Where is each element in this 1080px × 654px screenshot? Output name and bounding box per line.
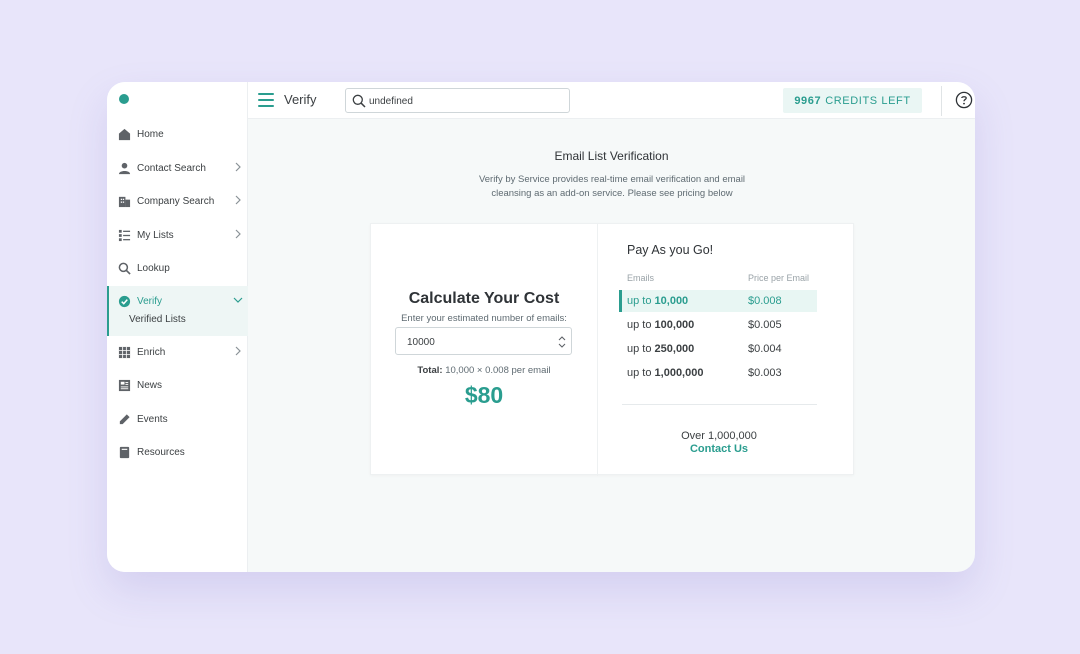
quantity-input[interactable] <box>407 334 547 350</box>
sidebar-item-label: Resources <box>137 446 185 458</box>
sidebar-subitem-verified-lists[interactable]: Verified Lists <box>129 314 186 325</box>
tier-range: 100,000 <box>654 319 695 331</box>
tier-price: $0.008 <box>748 295 782 307</box>
credits-badge: 9967 CREDITS LEFT <box>783 88 922 113</box>
book-icon <box>117 445 131 459</box>
chevron-down-icon <box>233 294 243 306</box>
sidebar-item-resources[interactable]: Resources <box>107 441 248 463</box>
sidebar-item-label: Events <box>137 413 168 425</box>
tier-price: $0.005 <box>748 319 782 331</box>
over-volume-text: Over 1,000,000 <box>681 430 757 442</box>
pricing-card: Calculate Your Cost Enter your estimated… <box>370 223 854 476</box>
sidebar-item-enrich[interactable]: Enrich <box>107 341 248 363</box>
tier-prefix: up to <box>627 367 652 379</box>
pen-icon <box>117 412 131 426</box>
credits-count: 9967 <box>794 94 822 107</box>
tier-range: 1,000,000 <box>654 367 704 379</box>
sidebar-item-lookup[interactable]: Lookup <box>107 257 248 279</box>
search-input[interactable] <box>369 93 564 109</box>
contact-us-link[interactable]: Contact Us <box>598 443 840 455</box>
sidebar-item-label: Company Search <box>137 195 215 207</box>
sidebar-item-company-search[interactable]: Company Search <box>107 190 248 212</box>
tier-range: 250,000 <box>654 343 695 355</box>
sidebar-item-label: My Lists <box>137 229 174 241</box>
pricing-tier-row[interactable]: up to 1,000,000 $0.003 <box>619 362 817 384</box>
pricing-tier-row[interactable]: up to 10,000 $0.008 <box>619 290 817 312</box>
tier-price: $0.003 <box>748 367 782 379</box>
sidebar-item-events[interactable]: Events <box>107 408 248 430</box>
column-header-price: Price per Email <box>748 273 810 283</box>
tier-prefix: up to <box>627 319 652 331</box>
pricing-tier-row[interactable]: up to 250,000 $0.004 <box>619 338 817 360</box>
credits-label: CREDITS LEFT <box>825 94 911 107</box>
help-icon[interactable] <box>955 91 973 109</box>
pricing-title: Pay As you Go! <box>627 243 714 257</box>
sidebar-item-contact-search[interactable]: Contact Search <box>107 157 248 179</box>
sidebar-item-label: Lookup <box>137 262 170 274</box>
newspaper-icon <box>117 378 131 392</box>
check-circle-icon <box>117 294 131 308</box>
sidebar-item-label: Enrich <box>137 346 166 358</box>
main-description: Verify by Service provides real-time ema… <box>478 174 746 199</box>
quantity-stepper[interactable] <box>395 327 572 355</box>
sidebar-item-label: Home <box>137 128 164 140</box>
chevron-right-icon <box>233 228 243 240</box>
chevron-right-icon <box>233 345 243 357</box>
pricing-tier-row[interactable]: up to 100,000 $0.005 <box>619 314 817 336</box>
grid-icon <box>117 345 131 359</box>
building-icon <box>117 194 131 208</box>
home-icon <box>117 127 131 141</box>
sidebar: Home Contact Search Company Search My Li… <box>107 82 248 572</box>
search-icon <box>117 261 131 275</box>
sidebar-item-label: Verify <box>137 295 163 307</box>
divider <box>622 404 817 405</box>
search-field[interactable] <box>345 88 570 113</box>
tier-prefix: up to <box>627 343 652 355</box>
sidebar-item-my-lists[interactable]: My Lists <box>107 224 248 246</box>
calculator-subtitle: Enter your estimated number of emails: <box>401 313 567 324</box>
total-formula: 10,000 × 0.008 per email <box>445 365 551 376</box>
logo[interactable] <box>119 94 129 104</box>
list-icon <box>117 228 131 242</box>
sidebar-item-news[interactable]: News <box>107 374 248 396</box>
column-header-emails: Emails <box>627 273 655 283</box>
sidebar-item-label: News <box>137 379 163 391</box>
calculator-title: Calculate Your Cost <box>408 290 560 307</box>
top-bar: Verify 9967 CREDITS LEFT <box>248 82 975 119</box>
tier-price: $0.004 <box>748 343 782 355</box>
sidebar-item-verify[interactable]: Verify <box>107 290 248 312</box>
tier-prefix: up to <box>627 295 652 307</box>
menu-icon[interactable] <box>258 93 274 107</box>
spinner-icon[interactable] <box>557 334 567 350</box>
total-label: Total: <box>417 365 443 376</box>
page-title: Verify <box>284 92 317 107</box>
sidebar-item-label: Contact Search <box>137 162 206 174</box>
total-line: Total: 10,000 × 0.008 per email <box>371 365 597 376</box>
divider <box>941 86 942 116</box>
person-icon <box>117 161 131 175</box>
total-price: $80 <box>464 382 504 408</box>
chevron-right-icon <box>233 161 243 173</box>
main-title: Email List Verification <box>554 149 669 163</box>
search-icon <box>352 94 366 108</box>
sidebar-item-home[interactable]: Home <box>107 123 248 145</box>
tier-range: 10,000 <box>654 295 689 307</box>
app-window: Home Contact Search Company Search My Li… <box>107 82 975 572</box>
chevron-right-icon <box>233 194 243 206</box>
